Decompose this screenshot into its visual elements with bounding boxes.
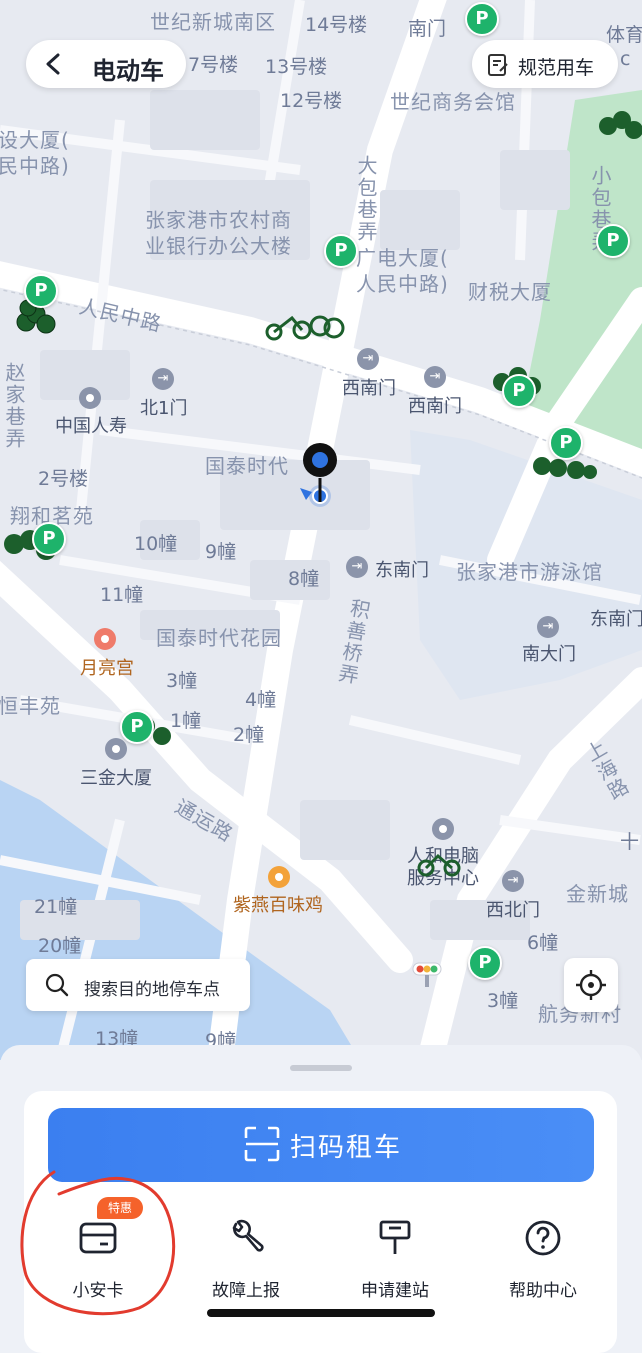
- map-label: 2幢: [233, 724, 265, 746]
- map-label: 人民中路): [356, 272, 449, 296]
- parking-marker[interactable]: P: [468, 946, 502, 980]
- home-indicator: [207, 1309, 435, 1317]
- map-label: 国泰时代: [205, 454, 289, 478]
- map-label: 3幢: [166, 670, 198, 692]
- document-edit-icon: [488, 54, 508, 76]
- map-label: 世纪新城南区: [150, 10, 276, 34]
- drag-handle[interactable]: [290, 1065, 352, 1071]
- map-label: 南大门: [522, 644, 576, 665]
- map-label: 国泰时代花园: [156, 626, 282, 650]
- map-label: 赵家巷弄: [2, 362, 26, 450]
- report-fault-action[interactable]: 故障上报: [176, 1210, 316, 1301]
- gate-icon: ⇥: [346, 556, 368, 578]
- map-label: 14号楼: [305, 14, 368, 36]
- help-center-label: 帮助中心: [509, 1281, 577, 1301]
- location-pin-icon: [300, 443, 337, 507]
- map-label: 11幢: [100, 584, 144, 606]
- map-label: 西南门: [408, 396, 462, 417]
- map-label: c: [620, 48, 631, 70]
- map-label: 设大厦(: [0, 128, 70, 152]
- gate-icon: ⇥: [502, 870, 524, 892]
- map-label: 财税大厦: [468, 280, 552, 304]
- map-label: 10幢: [134, 533, 178, 555]
- map-label: 金新城: [566, 882, 629, 906]
- map-label: 北1门: [140, 398, 188, 419]
- map-label: 2号楼: [38, 468, 89, 490]
- map-label: 大包巷弄: [354, 155, 378, 243]
- map-label: 紫燕百味鸡: [233, 895, 323, 916]
- parking-marker[interactable]: P: [596, 224, 630, 258]
- help-icon: [525, 1220, 561, 1256]
- map-label: 西北门: [486, 900, 540, 921]
- place-icon: [432, 818, 454, 840]
- map-label: 广电大厦(: [356, 246, 449, 270]
- parking-marker[interactable]: P: [120, 710, 154, 744]
- bike-cluster-icon[interactable]: [594, 100, 642, 150]
- parking-marker[interactable]: P: [502, 374, 536, 408]
- map-label: 3幢: [487, 990, 519, 1012]
- map-label: 13号楼: [265, 56, 328, 78]
- search-icon: [45, 973, 69, 997]
- map-label: 12号楼: [280, 90, 343, 112]
- place-icon: [79, 387, 101, 409]
- map-label: 东南门: [375, 560, 429, 581]
- back-chevron-icon[interactable]: [44, 53, 64, 75]
- traffic-light-icon: [412, 962, 442, 987]
- map-view[interactable]: 世纪新城南区 14号楼 南门 7号楼 13号楼 12号楼 世纪商务会馆 体育 c…: [0, 0, 642, 1060]
- parking-marker[interactable]: P: [32, 522, 66, 556]
- map-label: 十: [620, 831, 640, 853]
- search-input[interactable]: 搜索目的地停车点: [26, 959, 250, 1011]
- parking-marker[interactable]: P: [549, 426, 583, 460]
- map-label: 西南门: [342, 378, 396, 399]
- crosshair-icon: [576, 970, 606, 1000]
- gate-icon: ⇥: [357, 348, 379, 370]
- map-label: 张家港市游泳馆: [456, 560, 603, 584]
- back-header: 电动车: [26, 40, 186, 88]
- map-label: 民中路): [0, 154, 70, 178]
- parking-marker[interactable]: P: [24, 274, 58, 308]
- bike-icon[interactable]: [414, 848, 464, 878]
- map-label: 张家港市农村商: [145, 208, 292, 232]
- parking-marker[interactable]: P: [465, 2, 499, 36]
- map-label: 三金大厦: [80, 768, 152, 789]
- map-label: 世纪商务会馆: [390, 90, 516, 114]
- annotation-circle: [20, 1170, 176, 1316]
- map-label: 4幢: [245, 689, 277, 711]
- signpost-icon: [379, 1220, 411, 1254]
- map-label: 21幢: [34, 896, 78, 918]
- map-label: 7号楼: [188, 54, 239, 76]
- help-center-action[interactable]: 帮助中心: [473, 1210, 613, 1301]
- report-fault-label: 故障上报: [212, 1281, 280, 1301]
- restaurant-icon: [268, 866, 290, 888]
- search-placeholder: 搜索目的地停车点: [84, 980, 220, 1000]
- bike-cluster-icon[interactable]: [262, 304, 352, 344]
- apply-station-label: 申请建站: [361, 1281, 429, 1301]
- apply-station-action[interactable]: 申请建站: [325, 1210, 465, 1301]
- map-label: 月亮宫: [80, 658, 134, 679]
- wrench-icon: [232, 1219, 264, 1252]
- map-label: 6幢: [527, 932, 559, 954]
- map-label: 20幢: [38, 935, 82, 957]
- locate-button[interactable]: [564, 958, 618, 1012]
- usage-rules-button[interactable]: 规范用车: [472, 40, 618, 88]
- map-label: 8幢: [288, 568, 320, 590]
- map-label: 恒丰苑: [0, 694, 61, 718]
- usage-rules-label: 规范用车: [518, 57, 595, 79]
- map-label: 体育: [606, 24, 642, 46]
- map-label: 9幢: [205, 541, 237, 563]
- map-label: 南门: [408, 18, 447, 40]
- gate-icon: ⇥: [537, 616, 559, 638]
- scan-rent-label: 扫码租车: [290, 1133, 403, 1163]
- scan-icon: [244, 1126, 280, 1162]
- map-label: 东南门: [590, 609, 642, 630]
- parking-marker[interactable]: P: [324, 234, 358, 268]
- gate-icon: ⇥: [152, 368, 174, 390]
- map-label: 业银行办公大楼: [145, 234, 292, 258]
- map-label: 中国人寿: [55, 416, 127, 437]
- gate-icon: ⇥: [424, 366, 446, 388]
- palace-icon: [94, 628, 116, 650]
- page-title: 电动车: [92, 57, 164, 85]
